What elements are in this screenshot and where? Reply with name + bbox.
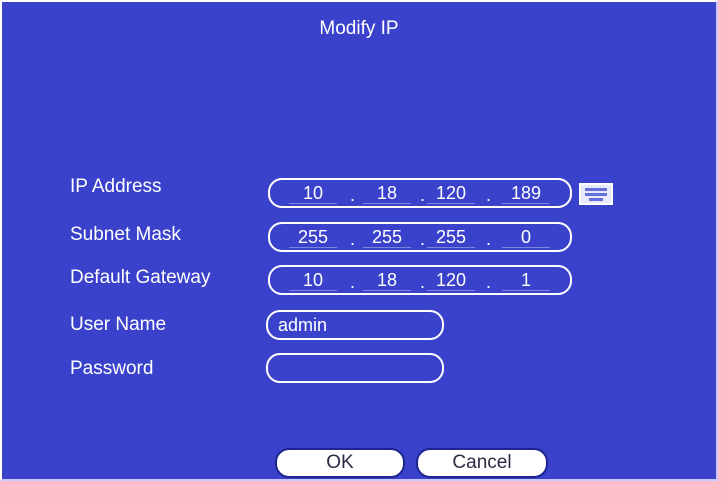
mask-octet-4[interactable]: 0 bbox=[502, 224, 550, 250]
mask-dot-3: . bbox=[486, 229, 492, 249]
mask-octet-3[interactable]: 255 bbox=[427, 224, 475, 250]
default-gateway-input[interactable]: 10 . 18 . 120 . 1 bbox=[268, 265, 572, 295]
default-gateway-label: Default Gateway bbox=[70, 267, 211, 288]
user-name-input[interactable]: admin bbox=[266, 310, 444, 340]
mask-octet-2[interactable]: 255 bbox=[363, 224, 411, 250]
password-input[interactable] bbox=[266, 353, 444, 383]
gw-octet-3[interactable]: 120 bbox=[427, 267, 475, 293]
ip-dot-2: . bbox=[420, 185, 426, 205]
ip-address-label: IP Address bbox=[70, 176, 162, 197]
gw-octet-2[interactable]: 18 bbox=[363, 267, 411, 293]
subnet-mask-label: Subnet Mask bbox=[70, 224, 181, 245]
keyboard-icon[interactable] bbox=[579, 183, 613, 205]
mask-octet-1[interactable]: 255 bbox=[289, 224, 337, 250]
gw-octet-1[interactable]: 10 bbox=[289, 267, 337, 293]
mask-dot-2: . bbox=[420, 229, 426, 249]
gw-dot-1: . bbox=[350, 272, 356, 292]
ip-dot-1: . bbox=[350, 185, 356, 205]
password-label: Password bbox=[70, 358, 154, 379]
dialog-title: Modify IP bbox=[319, 18, 399, 39]
gw-dot-3: . bbox=[486, 272, 492, 292]
ip-octet-3[interactable]: 120 bbox=[427, 180, 475, 206]
mask-dot-1: . bbox=[350, 229, 356, 249]
cancel-button[interactable]: Cancel bbox=[416, 448, 548, 478]
subnet-mask-input[interactable]: 255 . 255 . 255 . 0 bbox=[268, 222, 572, 252]
user-name-value: admin bbox=[278, 315, 328, 335]
ip-octet-2[interactable]: 18 bbox=[363, 180, 411, 206]
ip-address-input[interactable]: 10 . 18 . 120 . 189 bbox=[268, 178, 572, 208]
modify-ip-dialog: Modify IP IP Address 10 . 18 . 120 . 189… bbox=[0, 0, 718, 481]
ip-dot-3: . bbox=[486, 185, 492, 205]
user-name-label: User Name bbox=[70, 314, 167, 335]
ip-octet-4[interactable]: 189 bbox=[502, 180, 550, 206]
gw-octet-4[interactable]: 1 bbox=[502, 267, 550, 293]
gw-dot-2: . bbox=[420, 272, 426, 292]
ok-button[interactable]: OK bbox=[275, 448, 405, 478]
ip-octet-1[interactable]: 10 bbox=[289, 180, 337, 206]
